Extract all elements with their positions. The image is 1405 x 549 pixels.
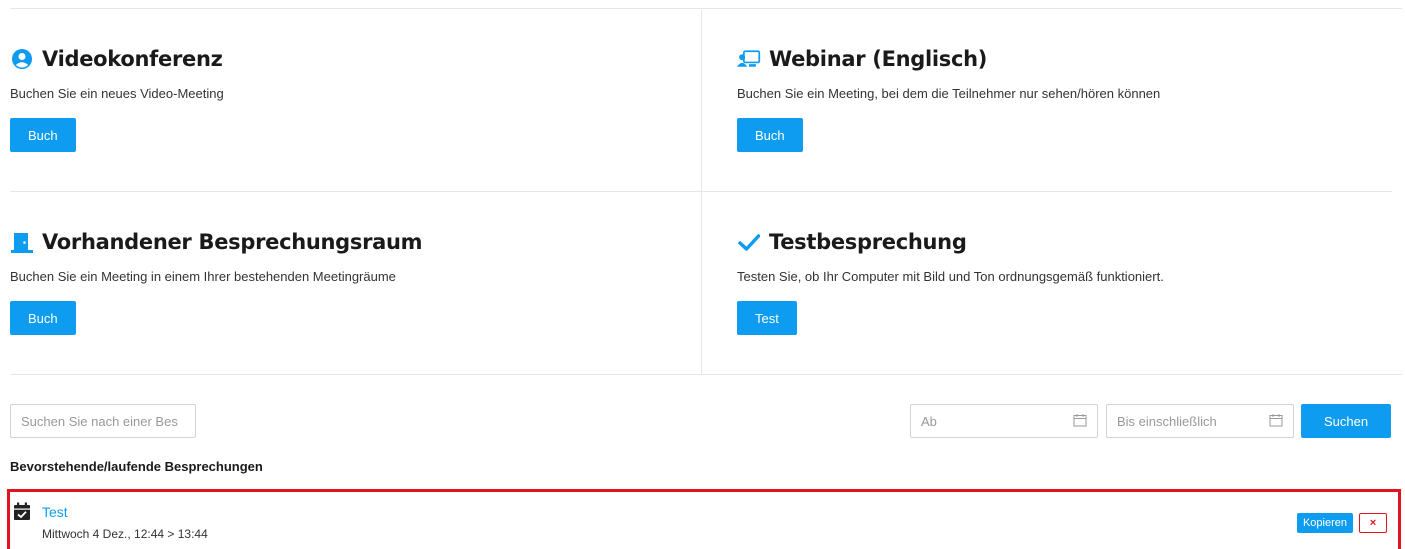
presentation-screen-icon xyxy=(737,47,761,71)
meeting-time: Mittwoch 4 Dez., 12:44 > 13:44 xyxy=(42,527,208,541)
top-divider xyxy=(10,8,1402,9)
meeting-row: Test Mittwoch 4 Dez., 12:44 > 13:44 Kopi… xyxy=(7,489,1401,549)
card-grid-horizontal-divider xyxy=(10,191,1392,192)
calendar-icon[interactable] xyxy=(1269,413,1283,430)
delete-button[interactable]: × xyxy=(1359,513,1387,533)
meeting-title-link[interactable]: Test xyxy=(42,504,68,520)
card-title: Webinar (Englisch) xyxy=(769,47,988,71)
card-webinar: Webinar (Englisch) Buchen Sie ein Meetin… xyxy=(737,47,1160,152)
upcoming-meetings-heading: Bevorstehende/laufende Besprechungen xyxy=(10,459,263,474)
date-to-placeholder: Bis einschließlich xyxy=(1117,413,1217,429)
card-description: Testen Sie, ob Ihr Computer mit Bild und… xyxy=(737,269,1164,284)
date-from-input[interactable]: Ab xyxy=(910,404,1098,438)
calendar-check-icon xyxy=(13,502,31,526)
card-title: Videokonferenz xyxy=(42,47,223,71)
card-description: Buchen Sie ein neues Video-Meeting xyxy=(10,86,224,101)
search-button[interactable]: Suchen xyxy=(1301,404,1391,438)
checkmark-icon xyxy=(737,230,761,254)
card-description: Buchen Sie ein Meeting in einem Ihrer be… xyxy=(10,269,396,284)
card-title: Testbesprechung xyxy=(769,230,967,254)
door-icon xyxy=(10,230,34,254)
user-circle-icon xyxy=(10,47,34,71)
book-existing-room-button[interactable]: Buch xyxy=(10,301,76,335)
card-title: Vorhandener Besprechungsraum xyxy=(42,230,423,254)
book-webinar-button[interactable]: Buch xyxy=(737,118,803,152)
copy-button[interactable]: Kopieren xyxy=(1297,513,1353,533)
book-video-meeting-button[interactable]: Buch xyxy=(10,118,76,152)
card-existing-room: Vorhandener Besprechungsraum Buchen Sie … xyxy=(10,230,423,335)
date-from-placeholder: Ab xyxy=(921,413,937,429)
card-test-meeting: Testbesprechung Testen Sie, ob Ihr Compu… xyxy=(737,230,1164,335)
card-grid-vertical-divider xyxy=(701,10,702,374)
card-description: Buchen Sie ein Meeting, bei dem die Teil… xyxy=(737,86,1161,101)
cards-bottom-divider xyxy=(10,374,1402,375)
card-videokonferenz: Videokonferenz Buchen Sie ein neues Vide… xyxy=(10,47,224,152)
meeting-search-input[interactable]: Suchen Sie nach einer Bes xyxy=(10,404,196,438)
test-meeting-button[interactable]: Test xyxy=(737,301,797,335)
date-to-input[interactable]: Bis einschließlich xyxy=(1106,404,1294,438)
search-placeholder: Suchen Sie nach einer Bes xyxy=(21,413,178,429)
calendar-icon[interactable] xyxy=(1073,413,1087,430)
